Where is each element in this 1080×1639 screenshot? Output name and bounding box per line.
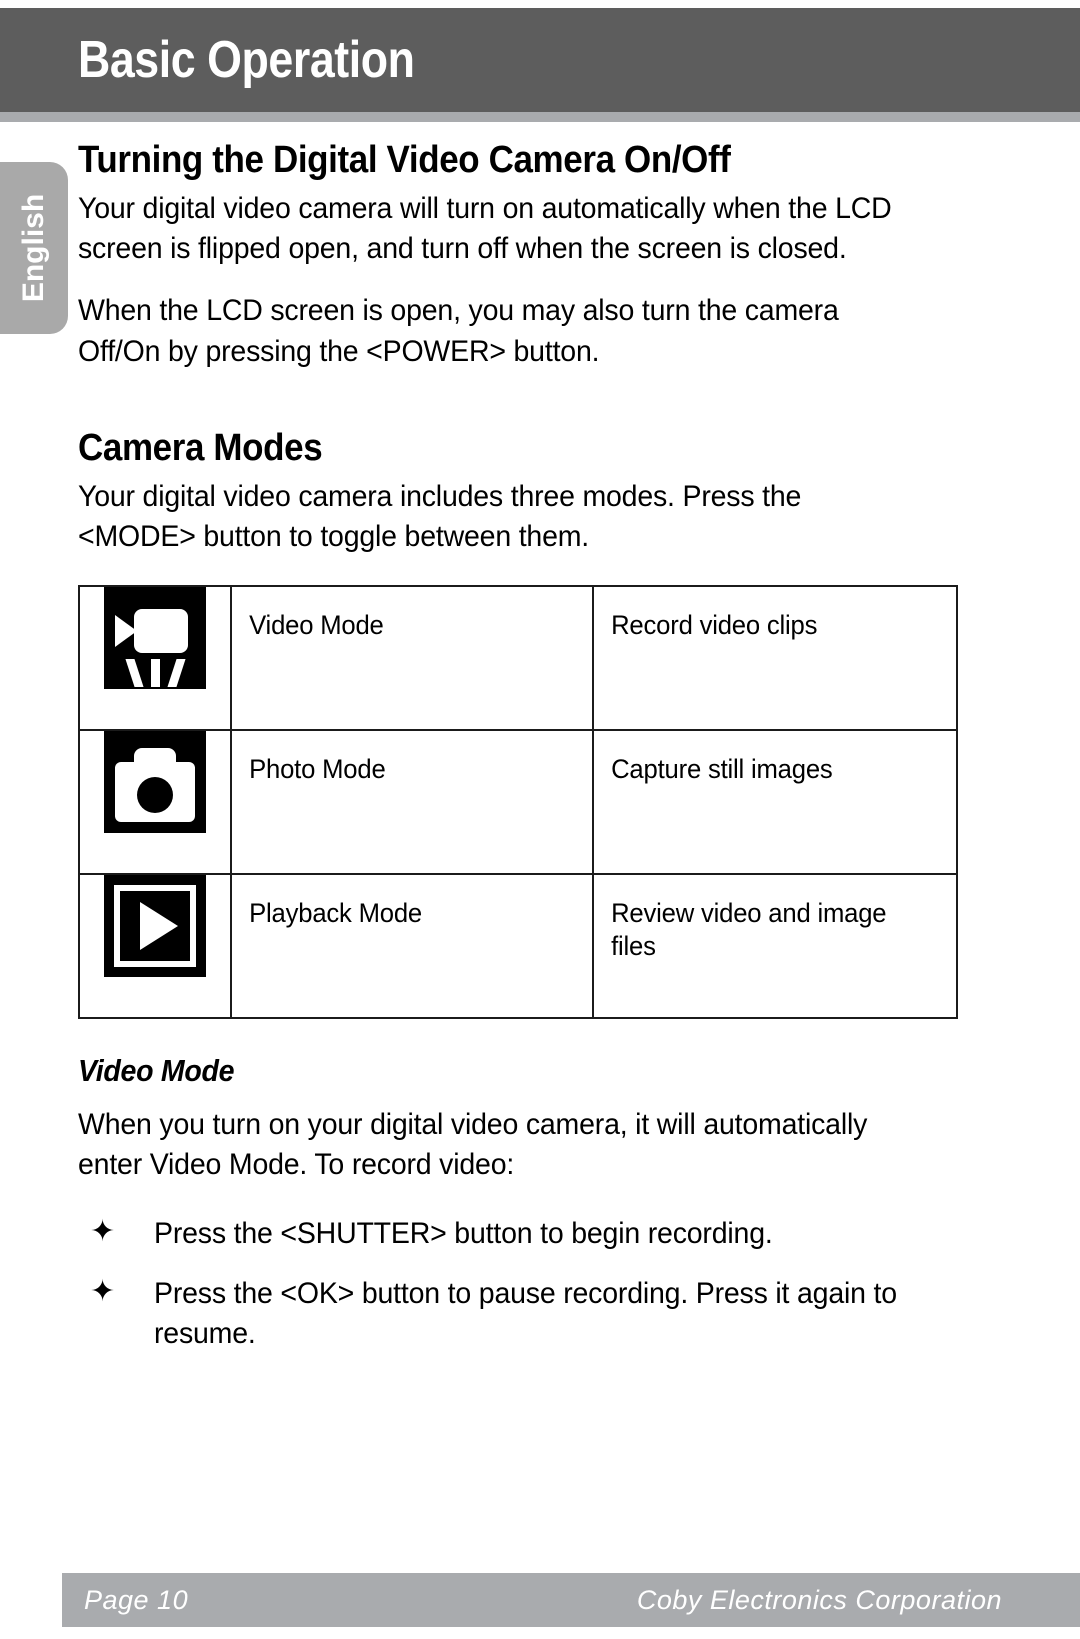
list-item-text: Press the <SHUTTER> button to begin reco… xyxy=(154,1216,773,1250)
mode-description-cell: Review video and image files xyxy=(592,873,958,1020)
mode-name-label: Photo Mode xyxy=(249,754,386,785)
video-leg-center xyxy=(151,659,160,688)
mode-name-cell: Playback Mode xyxy=(230,873,594,1020)
star-bullet-icon: ✦ xyxy=(90,1274,115,1308)
photo-lens-shape xyxy=(137,777,173,814)
playback-triangle-shape xyxy=(140,902,178,951)
video-body-shape xyxy=(134,609,188,654)
star-bullet-icon: ✦ xyxy=(90,1214,115,1248)
language-tab: English xyxy=(0,162,68,334)
language-tab-label: English xyxy=(17,193,50,303)
mode-description-cell: Capture still images xyxy=(592,729,958,876)
paragraph-power-button: When the LCD screen is open, you may als… xyxy=(78,294,839,368)
paragraph-video-mode: When you turn on your digital video came… xyxy=(78,1108,868,1182)
table-row: Video Mode Record video clips xyxy=(78,585,958,732)
page-title: Basic Operation xyxy=(78,31,415,89)
photo-camera-icon xyxy=(104,731,206,834)
mode-description-cell: Record video clips xyxy=(592,585,958,732)
heading-turning-on-off: Turning the Digital Video Camera On/Off xyxy=(78,139,731,181)
mode-name-cell: Photo Mode xyxy=(230,729,594,876)
subheading-video-mode: Video Mode xyxy=(78,1053,235,1089)
list-item: ✦ Press the <OK> button to pause recordi… xyxy=(78,1274,962,1354)
manual-page: Basic Operation English Turning the Digi… xyxy=(0,0,1080,1639)
video-leg-left xyxy=(125,659,144,688)
mode-description-label: Review video and image files xyxy=(611,898,887,961)
video-camera-icon xyxy=(104,587,206,690)
table-row: Playback Mode Review video and image fil… xyxy=(78,873,958,1020)
table-row: Photo Mode Capture still images xyxy=(78,729,958,876)
video-mode-instructions: ✦ Press the <SHUTTER> button to begin re… xyxy=(78,1214,962,1355)
mode-icon-cell xyxy=(78,873,232,1020)
mode-icon-cell xyxy=(78,729,232,876)
mode-icon-cell xyxy=(78,585,232,732)
footer-page-number: Page 10 xyxy=(84,1584,189,1615)
page-header: Basic Operation xyxy=(0,8,1080,112)
header-accent-rule xyxy=(0,112,1080,122)
video-leg-right xyxy=(167,659,186,688)
paragraph-power-auto: Your digital video camera will turn on a… xyxy=(78,192,892,266)
playback-play-icon xyxy=(104,875,206,978)
camera-modes-table: Video Mode Record video clips Photo Mode… xyxy=(78,585,958,1020)
list-item-text: Press the <OK> button to pause recording… xyxy=(154,1276,897,1350)
list-item: ✦ Press the <SHUTTER> button to begin re… xyxy=(78,1214,962,1254)
mode-description-label: Capture still images xyxy=(611,754,833,785)
paragraph-camera-modes: Your digital video camera includes three… xyxy=(78,479,802,553)
mode-name-cell: Video Mode xyxy=(230,585,594,732)
footer-company-name: Coby Electronics Corporation xyxy=(636,1584,1002,1615)
mode-name-label: Video Mode xyxy=(249,610,384,641)
heading-camera-modes: Camera Modes xyxy=(78,426,323,469)
page-footer: Page 10 Coby Electronics Corporation xyxy=(62,1573,1080,1627)
mode-description-label: Record video clips xyxy=(611,610,818,641)
page-content: Turning the Digital Video Camera On/Off … xyxy=(78,139,962,1374)
mode-name-label: Playback Mode xyxy=(249,898,422,929)
